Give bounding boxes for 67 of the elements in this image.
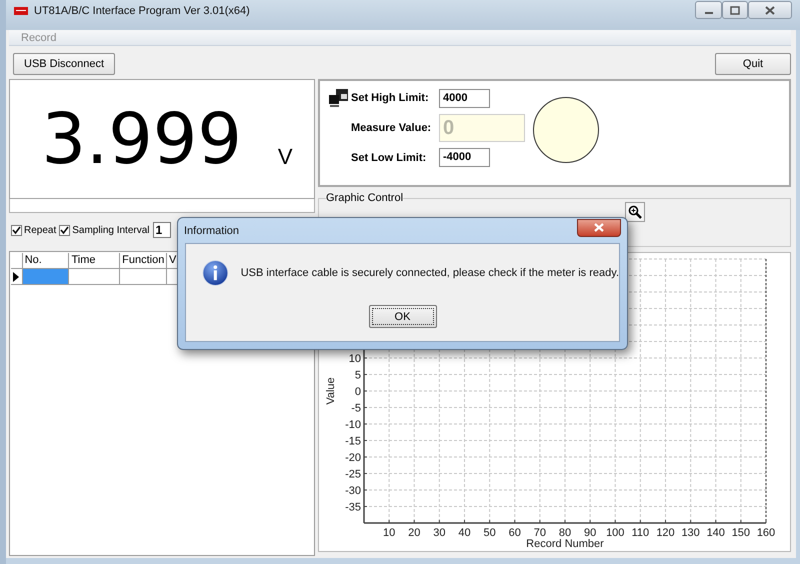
tick-label: 90 xyxy=(584,527,596,539)
axis-title: Record Number xyxy=(526,538,604,550)
info-icon xyxy=(202,258,229,288)
window-title: UT81A/B/C Interface Program Ver 3.01(x64) xyxy=(34,5,250,17)
checkbox[interactable] xyxy=(11,224,22,236)
column-header: Time xyxy=(69,253,120,269)
tick-label: 40 xyxy=(458,527,471,539)
tick-label: 70 xyxy=(534,527,546,539)
tick-label: 160 xyxy=(756,527,776,539)
column-header: Function xyxy=(120,253,167,269)
tick-label: 10 xyxy=(348,353,361,365)
unit-label: V xyxy=(278,144,293,170)
close-icon xyxy=(765,6,775,14)
maximize-button[interactable] xyxy=(722,1,748,19)
tick-label: 140 xyxy=(706,527,725,539)
tick-label: -25 xyxy=(345,468,361,480)
tick-label: 110 xyxy=(632,527,650,539)
group-title: Graphic Control xyxy=(326,192,404,204)
ok-button[interactable]: OK xyxy=(368,305,436,328)
tick-label: 30 xyxy=(433,527,446,539)
table-cell[interactable] xyxy=(120,269,167,285)
low-limit-field[interactable]: -4000 xyxy=(439,148,490,167)
dialog-message: USB interface cable is securely connected, please check if the meter is ready. xyxy=(240,267,619,279)
tick-label: 150 xyxy=(732,527,750,539)
tick-label: -20 xyxy=(345,452,361,464)
app-logo-icon xyxy=(14,7,28,15)
tick-label: -30 xyxy=(345,485,361,497)
high-limit-field[interactable]: 4000 xyxy=(439,88,490,108)
computers-icon xyxy=(329,88,349,108)
checkbox-label: Repeat xyxy=(24,224,56,236)
measure-value-field: 0 xyxy=(439,114,525,142)
table-cell[interactable] xyxy=(69,269,120,285)
tick-label: 100 xyxy=(606,527,624,539)
checkbox[interactable] xyxy=(59,224,70,236)
tick-label: 80 xyxy=(558,527,572,539)
tick-label: 130 xyxy=(681,527,700,539)
axis-title: Value xyxy=(325,377,337,405)
tick-label: 60 xyxy=(508,527,521,539)
table-cell[interactable] xyxy=(22,269,70,285)
column-header: No. xyxy=(22,253,70,269)
tick-label: 0 xyxy=(354,386,361,398)
usb-disconnect-button[interactable]: USB Disconnect xyxy=(13,53,115,75)
close-button[interactable] xyxy=(577,218,621,236)
tick-label: -5 xyxy=(351,402,361,414)
checkbox-label: Sampling Interval xyxy=(72,224,150,236)
dialog-title: Information xyxy=(184,224,240,236)
tick-label: -35 xyxy=(345,502,361,514)
tick-label: -10 xyxy=(345,419,361,431)
meter-reading: 3.999 xyxy=(41,104,242,174)
minimize-icon xyxy=(704,12,714,14)
field-label: Measure Value: xyxy=(351,122,432,134)
field-label: Set High Limit: xyxy=(351,92,430,104)
tick-label: 10 xyxy=(383,527,396,539)
zoom-in-icon xyxy=(628,206,642,219)
maximize-icon xyxy=(730,6,740,14)
zoom-button[interactable] xyxy=(625,202,645,222)
tick-label: 50 xyxy=(484,527,496,539)
tick-label: 5 xyxy=(354,370,361,382)
field-label: Set Low Limit: xyxy=(351,152,428,164)
tick-label: -15 xyxy=(345,436,361,448)
tick-label: 120 xyxy=(656,527,675,539)
quit-button[interactable]: Quit xyxy=(715,53,791,75)
close-button[interactable] xyxy=(748,1,792,19)
interval-field[interactable]: 1 xyxy=(152,222,171,238)
close-icon xyxy=(594,223,604,232)
minimize-button[interactable] xyxy=(695,1,722,19)
tick-label: 20 xyxy=(408,527,420,539)
